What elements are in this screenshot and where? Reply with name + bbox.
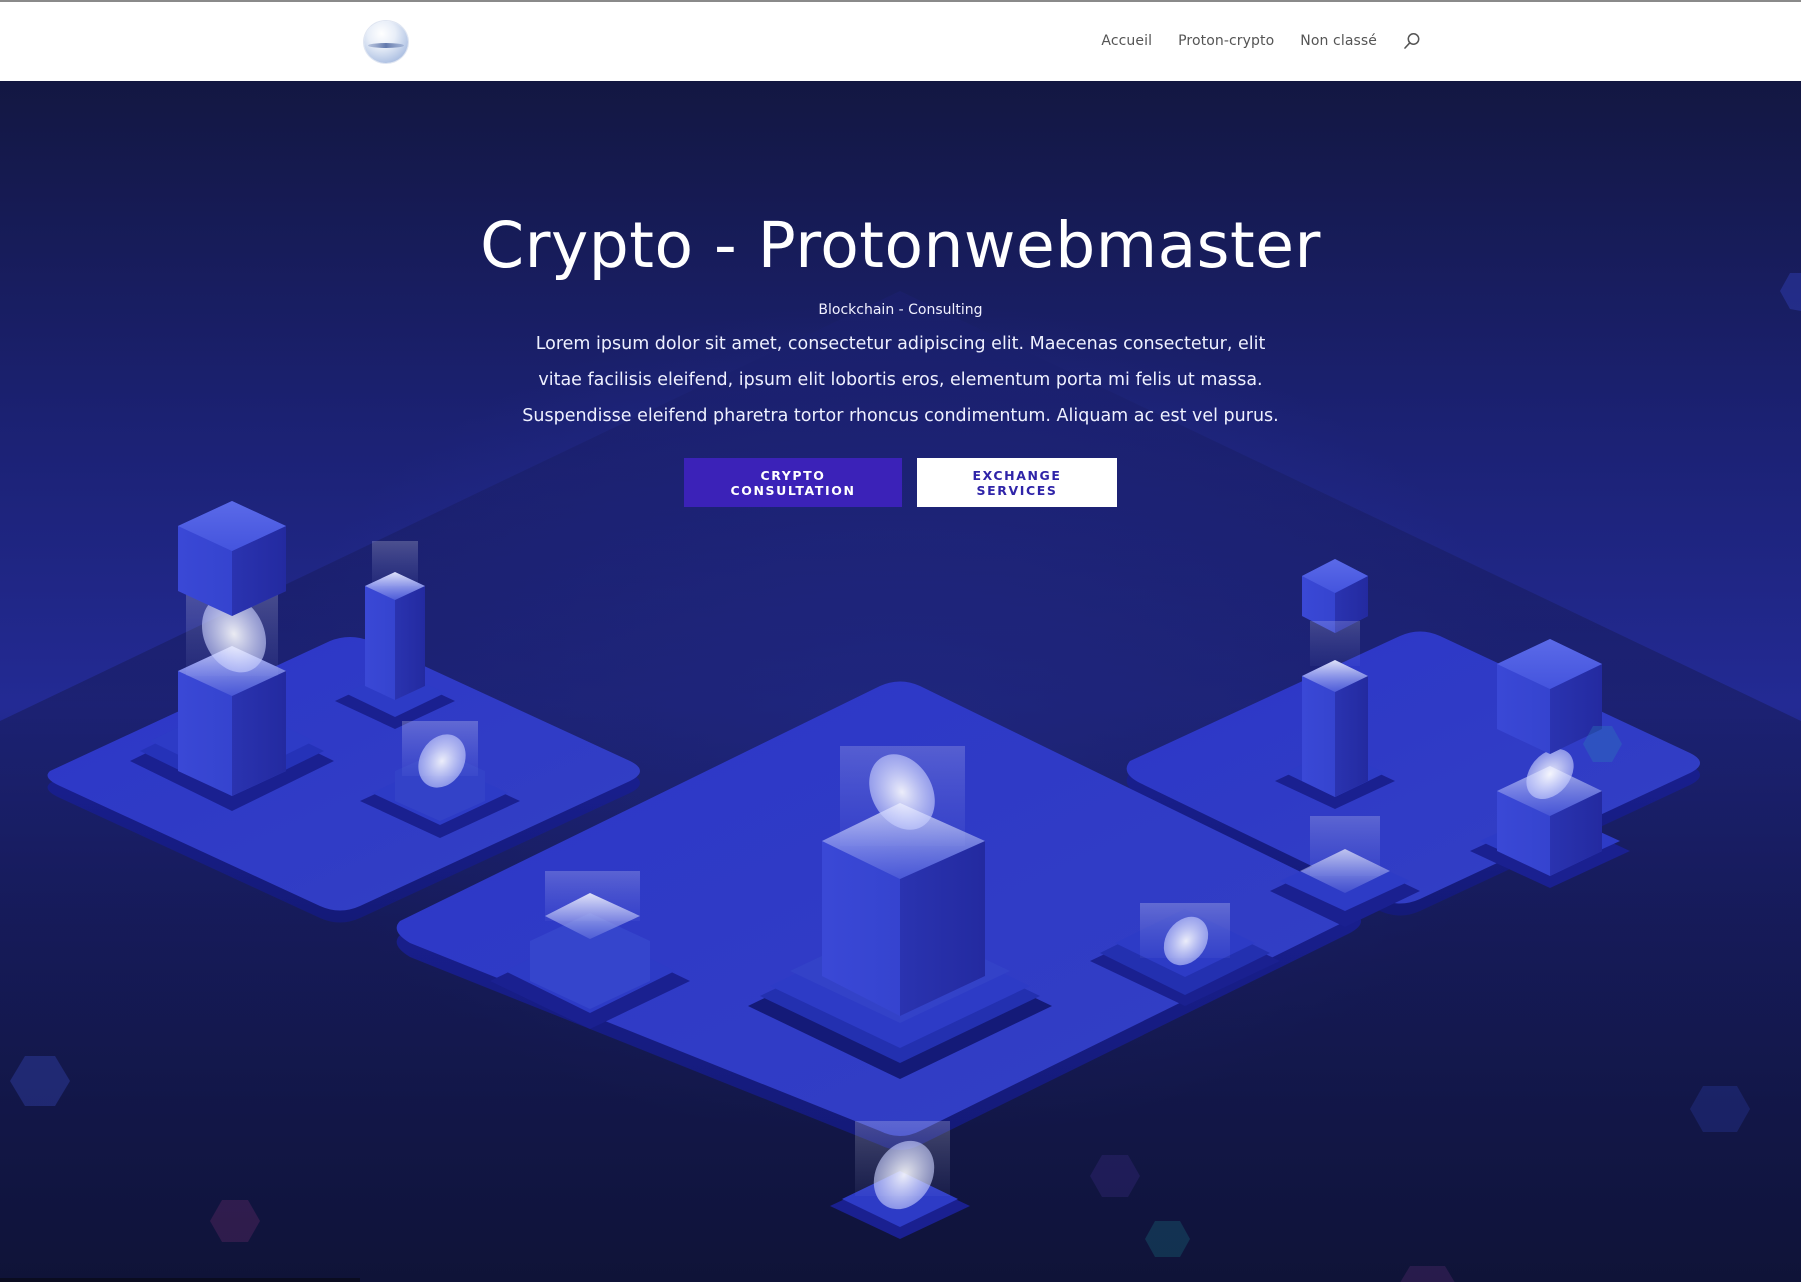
- globe-logo[interactable]: [364, 21, 408, 63]
- hero-content: Crypto - Protonwebmaster Blockchain - Co…: [0, 209, 1801, 508]
- bottom-strip: [0, 1278, 360, 1282]
- hero-title: Crypto - Protonwebmaster: [480, 209, 1321, 282]
- hero-description: Lorem ipsum dolor sit amet, consectetur …: [522, 334, 1279, 427]
- nav-link-accueil[interactable]: Accueil: [1101, 33, 1152, 49]
- site-header: Accueil Proton-crypto Non classé: [0, 2, 1801, 81]
- hero-buttons: CRYPTO CONSULTATION EXCHANGE SERVICES: [0, 458, 1801, 508]
- search-icon[interactable]: [1403, 32, 1421, 50]
- nav-link-non-classe[interactable]: Non classé: [1300, 33, 1377, 49]
- crypto-consultation-button[interactable]: CRYPTO CONSULTATION: [684, 458, 902, 508]
- exchange-services-button[interactable]: EXCHANGE SERVICES: [917, 458, 1117, 508]
- hero-section: Crypto - Protonwebmaster Blockchain - Co…: [0, 81, 1801, 1282]
- main-nav: Accueil Proton-crypto Non classé: [1101, 32, 1421, 50]
- hero-subtitle: Blockchain - Consulting: [818, 302, 983, 319]
- nav-link-proton-crypto[interactable]: Proton-crypto: [1178, 33, 1274, 49]
